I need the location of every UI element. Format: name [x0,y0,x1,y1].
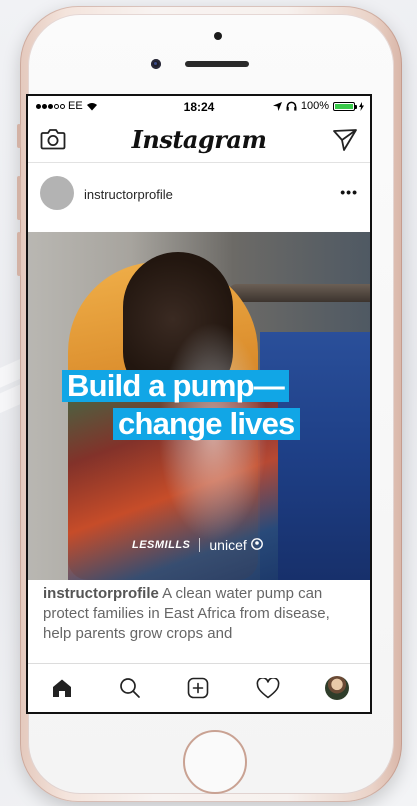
more-options-icon[interactable]: ••• [340,184,358,200]
status-right: 100% [272,100,364,112]
add-post-icon[interactable] [184,674,212,702]
headline-line-1: Build a pump— [62,370,289,402]
direct-message-icon[interactable] [332,128,358,157]
headline-line-2: change lives [113,408,300,440]
proximity-sensor [214,32,222,40]
caption-username[interactable]: instructorprofile [43,585,159,602]
unicef-logo: unicef [209,537,263,553]
post-caption: instructorprofile A clean water pump can… [43,584,360,644]
avatar[interactable] [40,176,74,210]
brand-divider [199,538,201,552]
phone-screen: EE 18:24 100% Instagram instructorprofil… [26,94,372,714]
home-button[interactable] [183,730,247,794]
activity-heart-icon[interactable] [254,674,282,702]
battery-percent: 100% [300,100,329,112]
volume-up-button [17,176,21,220]
front-camera [151,59,161,69]
status-bar: EE 18:24 100% [28,96,370,116]
volume-down-button [17,232,21,276]
post-username[interactable]: instructorprofile [84,187,173,202]
profile-picture [325,676,349,700]
search-icon[interactable] [116,674,144,702]
tab-bar [28,663,370,712]
top-nav: Instagram [28,118,370,163]
battery-icon [333,101,357,111]
home-icon[interactable] [48,674,76,702]
unicef-emblem-icon [250,538,263,550]
image-pipe [228,284,370,302]
brand-logos: LESMILLS unicef [132,537,263,553]
earpiece-speaker [185,61,249,67]
mute-switch [17,124,21,148]
lesmills-logo: LESMILLS [132,539,191,551]
charging-bolt-icon [359,101,364,111]
post-image[interactable]: Build a pump— change lives LESMILLS unic… [28,232,370,580]
post-header: instructorprofile ••• [28,162,370,232]
headphones-icon [286,101,297,111]
profile-avatar[interactable] [323,674,351,702]
location-arrow-icon [272,101,282,111]
instagram-logo[interactable]: Instagram [28,125,370,154]
